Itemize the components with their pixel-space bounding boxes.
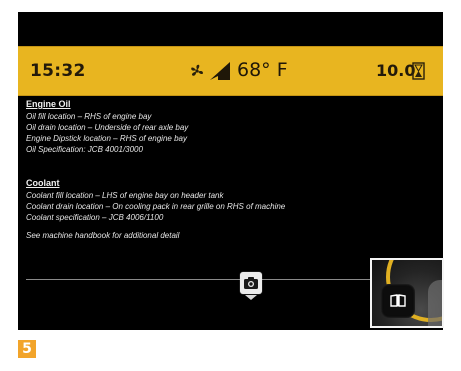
coolant-line: Coolant drain location – On cooling pack… xyxy=(26,202,286,211)
coolant-line: Coolant specification – JCB 4006/1100 xyxy=(26,213,164,222)
book-icon xyxy=(390,294,406,307)
engine-oil-line: Oil fill location – RHS of engine bay xyxy=(26,112,152,121)
engine-oil-heading: Engine Oil xyxy=(26,99,71,109)
figure-number-badge: 5 xyxy=(18,340,36,358)
engine-oil-line: Engine Dipstick location – RHS of engine… xyxy=(26,134,187,143)
engine-oil-line: Oil Specification: JCB 4001/3000 xyxy=(26,145,143,154)
fan-icon xyxy=(191,64,203,76)
engine-oil-line: Oil drain location – Underside of rear a… xyxy=(26,123,189,132)
chevron-down-icon[interactable] xyxy=(245,295,257,300)
coolant-heading: Coolant xyxy=(26,178,60,188)
level-icon xyxy=(210,62,230,80)
inset-detail-photo xyxy=(370,258,444,328)
coolant-line: Coolant fill location – LHS of engine ba… xyxy=(26,191,224,200)
camera-icon xyxy=(244,277,258,289)
temperature-display: 68° F xyxy=(237,59,288,81)
status-bar: 15:32 68° F 10.0 xyxy=(18,46,443,96)
camera-button[interactable] xyxy=(240,272,262,294)
handbook-button[interactable] xyxy=(381,284,415,318)
inset-panel-edge xyxy=(428,280,442,326)
hourglass-icon xyxy=(412,62,425,80)
hours-display: 10.0 xyxy=(376,61,416,80)
clock-display: 15:32 xyxy=(30,61,86,81)
service-info-panel: Engine Oil Oil fill location – RHS of en… xyxy=(26,99,436,241)
handbook-note: See machine handbook for additional deta… xyxy=(26,231,180,240)
